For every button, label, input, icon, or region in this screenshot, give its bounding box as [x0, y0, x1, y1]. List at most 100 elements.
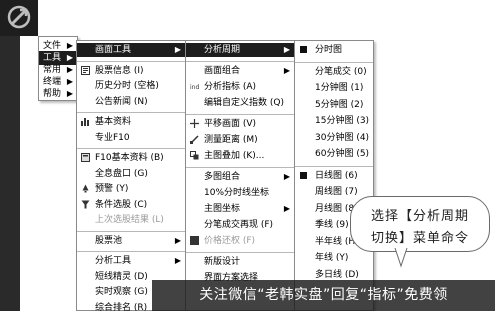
period-menu-item[interactable]: 5分钟图 (2): [295, 98, 373, 112]
stock-data-icon: [81, 118, 89, 126]
tools-menu-item[interactable]: 预警 (Y): [77, 182, 185, 196]
tools-menu-item[interactable]: 专业F10: [77, 131, 185, 145]
period-menu-item[interactable]: 日线图 (6): [295, 169, 373, 183]
screen-tools-menu-item[interactable]: 分笔成交再现 (F): [186, 218, 294, 232]
period-menu-item[interactable]: 60分钟图 (5): [295, 147, 373, 161]
analysis-period-submenu: 分时图分笔成交 (0) 1分钟图 (1) 5分钟图 (2) 15分钟图 (3) 30分钟…: [294, 40, 374, 311]
price-icon: [190, 236, 199, 245]
tools-menu-item[interactable]: 画面工具 ▶: [77, 43, 185, 57]
menu-separator: [77, 60, 185, 62]
submenu-arrow-icon: ▶: [283, 66, 290, 75]
main-menu: 文件 ▶ 工具 ▶ 常用 ▶ 终端 ▶ 帮助 ▶: [38, 36, 78, 101]
tools-submenu: 画面工具 ▶ 股票信息 (I) 历史分时 (空格) 公告新闻 (N) 基本资料 专业F10 F…: [76, 40, 186, 311]
indicator-icon: ind: [190, 84, 199, 91]
submenu-arrow-icon: ▶: [174, 256, 181, 265]
info-icon: [81, 65, 90, 75]
callout-line-1: 选择【分析周期: [370, 209, 469, 224]
menu-separator: [295, 165, 373, 167]
app-logo: [0, 0, 38, 36]
menu-separator: [186, 114, 294, 115]
callout-line-2: 切换】菜单命令: [370, 231, 469, 246]
screen-tools-menu-item[interactable]: 多图组合 ▶: [186, 170, 294, 184]
screen-tools-menu-item[interactable]: 画面组合 ▶: [186, 64, 294, 78]
menu-separator: [77, 148, 185, 149]
menu-item-label: 专业F10: [95, 132, 130, 143]
screen-tools-menu-item[interactable]: 主图叠加 (K)...: [186, 149, 294, 163]
menu-item-label: 上次选股结果 (L): [95, 215, 164, 225]
tools-menu-item[interactable]: 股票信息 (I): [77, 64, 185, 78]
tools-menu-item[interactable]: 上次选股结果 (L): [77, 213, 185, 227]
menu-item-label: 多图组合: [204, 172, 241, 182]
menu-item-label: 分笔成交再现 (F): [204, 220, 274, 230]
menu-separator: [186, 61, 294, 62]
menu-item-label: 实时观察 (G): [95, 287, 148, 297]
move-icon: [190, 119, 199, 128]
menu-item-label: 周线图 (7): [315, 187, 358, 197]
menu-item-label: F10基本资料 (B): [95, 153, 164, 163]
screen-tools-menu-item[interactable]: 10%分时线坐标: [186, 186, 294, 200]
tools-menu-item[interactable]: 历史分时 (空格): [77, 79, 185, 93]
menu-item-label: 年线 (Y): [315, 253, 349, 263]
bell-icon: [82, 184, 89, 193]
screen-tools-menu-item[interactable]: 测量距离 (M): [186, 133, 294, 147]
menu-item-label: 预警 (Y): [95, 184, 129, 194]
callout-tail: [394, 248, 408, 268]
main-menu-item[interactable]: 帮助 ▶: [39, 87, 77, 101]
tools-menu-item[interactable]: 公告新闻 (N): [77, 95, 185, 109]
period-menu-item[interactable]: 分笔成交 (0): [295, 65, 373, 79]
app-frame: [0, 0, 20, 311]
screen-tools-menu-item[interactable]: 主图坐标 ▶: [186, 202, 294, 216]
menu-item-label: 历史分时 (空格): [95, 81, 159, 91]
logo-icon: [7, 5, 31, 29]
filter-icon: [81, 200, 90, 208]
screen-tools-menu-item[interactable]: 编辑自定义指数 (Q): [186, 96, 294, 110]
tools-menu-item[interactable]: 股票池 ▶: [77, 234, 185, 248]
menu-item-label: 测量距离 (M): [204, 135, 258, 145]
submenu-arrow-icon: ▶: [283, 204, 290, 213]
tools-menu-item[interactable]: 分析工具 ▶: [77, 254, 185, 268]
menu-item-label: 股票池: [95, 235, 123, 246]
period-menu-item[interactable]: 30分钟图 (4): [295, 131, 373, 145]
menu-item-label: 分时图: [315, 45, 343, 55]
period-menu-item[interactable]: 年线 (Y): [295, 251, 373, 265]
screen-tools-menu-item[interactable]: 平移画面 (V): [186, 117, 294, 131]
period-menu-item[interactable]: 分时图: [295, 43, 373, 57]
submenu-arrow-icon: ▶: [283, 45, 290, 54]
menu-item-label: 综合排名 (R): [95, 302, 148, 311]
menu-item-label: 主图叠加 (K)...: [204, 151, 265, 161]
menu-item-label: 价格还权 (F): [204, 236, 256, 246]
menu-item-label: 条件选股 (C): [95, 199, 148, 210]
period-menu-item[interactable]: 周线图 (7): [295, 185, 373, 199]
menu-separator: [186, 252, 294, 253]
menu-item-label: 5分钟图 (2): [315, 99, 364, 110]
overlay-icon: [190, 151, 199, 160]
instruction-callout: 选择【分析周期 切换】菜单命令: [350, 196, 490, 252]
submenu-arrow-icon: ▶: [283, 172, 290, 181]
menu-item-label: 10%分时线坐标: [204, 188, 270, 198]
tools-menu-item[interactable]: 条件选股 (C): [77, 198, 185, 212]
screen-tools-menu-item[interactable]: 价格还权 (F): [186, 234, 294, 248]
tools-menu-item[interactable]: F10基本资料 (B): [77, 151, 185, 165]
menu-item-label: 主图坐标: [204, 204, 241, 214]
menu-item-label: 30分钟图 (4): [315, 132, 370, 143]
menu-item-label: 日线图 (6): [315, 170, 358, 181]
menu-item-label: 基本资料: [95, 117, 132, 127]
menu-item-label: 画面工具: [95, 45, 132, 55]
menu-item-label: 公告新闻 (N): [95, 96, 148, 107]
menu-separator: [77, 251, 185, 252]
menu-item-label: 分析工具: [95, 256, 132, 266]
menu-separator: [77, 230, 185, 232]
screen-tools-menu-item[interactable]: 分析周期 ▶: [186, 43, 294, 57]
watermark-banner: 关注微信“老韩实盘”回复“指标”免费领: [152, 280, 495, 311]
period-menu-item[interactable]: 1分钟图 (1): [295, 81, 373, 95]
tools-menu-item[interactable]: 基本资料: [77, 115, 185, 129]
submenu-arrow-icon: ▶: [174, 235, 181, 245]
menu-item-label: 分析指标 (A): [204, 82, 257, 92]
screen-tools-menu-item[interactable]: 新版设计: [186, 255, 294, 269]
screen-tools-menu-item[interactable]: ind 分析指标 (A): [186, 80, 294, 94]
tools-menu-item[interactable]: 全息盘口 (G): [77, 167, 185, 181]
period-menu-item[interactable]: 15分钟图 (3): [295, 114, 373, 128]
f10-icon: [81, 153, 90, 162]
submenu-arrow-icon: ▶: [66, 89, 73, 98]
menu-item-label: 画面组合: [204, 66, 241, 76]
